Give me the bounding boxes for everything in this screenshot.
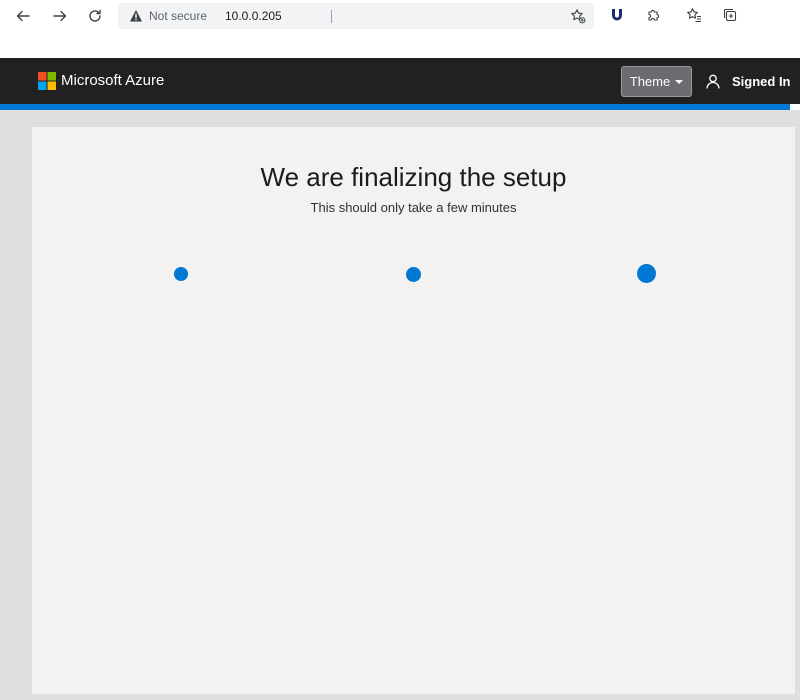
brand-name[interactable]: Microsoft Azure (61, 71, 164, 91)
page-subtitle: This should only take a few minutes (310, 200, 517, 215)
address-divider (331, 10, 332, 23)
collections-icon (723, 8, 737, 22)
setup-panel: We are finalizing the setup This should … (32, 127, 795, 694)
warning-icon[interactable] (129, 9, 143, 23)
theme-button-label: Theme (629, 74, 671, 89)
reload-button[interactable] (83, 4, 107, 28)
favorites-button[interactable] (685, 6, 703, 24)
signed-in-label[interactable]: Signed In (732, 74, 791, 90)
back-button[interactable] (11, 4, 35, 28)
azure-header: Microsoft Azure Theme Signed In (0, 58, 800, 104)
shield-extension-icon (612, 9, 622, 21)
browser-toolbar: Not secure 10.0.0.205 (0, 0, 800, 58)
loading-dot-1 (174, 267, 188, 281)
caret-down-icon (675, 80, 684, 84)
favorite-star-icon[interactable] (570, 8, 586, 24)
favorites-list-icon (687, 8, 701, 23)
url-text[interactable]: 10.0.0.205 (225, 9, 282, 23)
collections-button[interactable] (721, 6, 739, 24)
shield-extension-button[interactable] (608, 6, 626, 24)
page-title: We are finalizing the setup (260, 162, 567, 192)
reload-icon (89, 9, 101, 22)
loading-dot-2 (406, 267, 421, 282)
security-status-label[interactable]: Not secure (149, 9, 207, 23)
forward-arrow-icon (53, 10, 67, 22)
user-icon[interactable] (706, 74, 720, 89)
address-bar[interactable]: Not secure 10.0.0.205 (118, 3, 594, 29)
loading-dot-3 (637, 264, 656, 283)
forward-button[interactable] (48, 4, 72, 28)
puzzle-icon (648, 9, 660, 21)
extensions-button[interactable] (644, 6, 662, 24)
back-arrow-icon (16, 10, 30, 22)
microsoft-logo-icon (38, 72, 56, 90)
theme-dropdown-button[interactable]: Theme (621, 66, 692, 97)
